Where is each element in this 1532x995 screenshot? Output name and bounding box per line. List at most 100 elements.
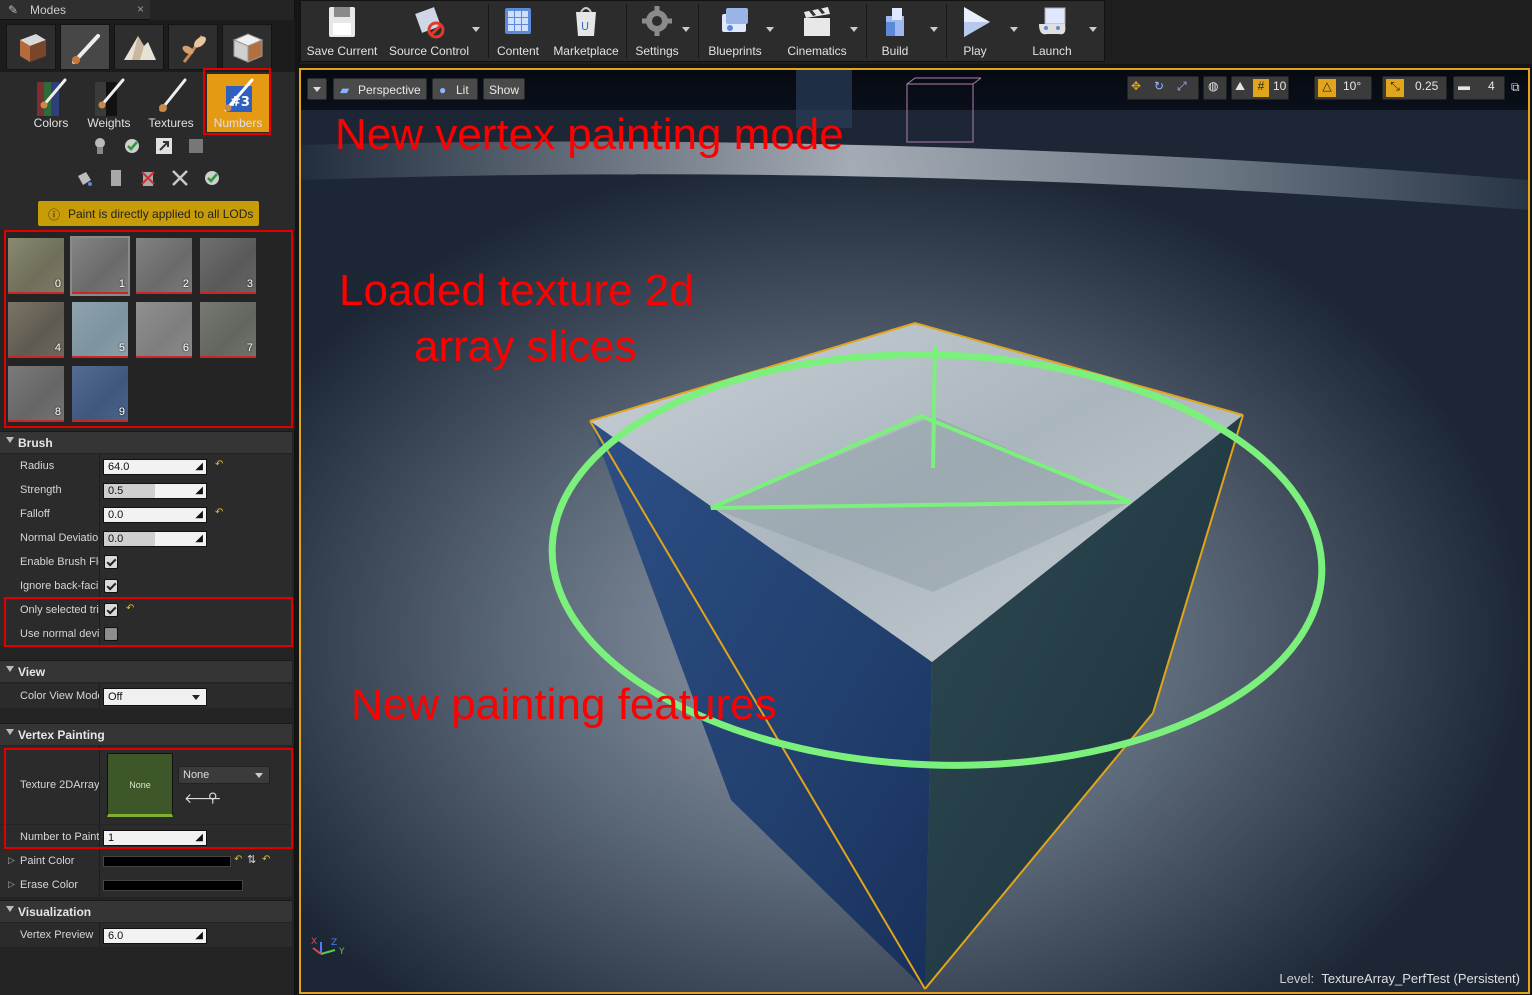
radius-spinbox[interactable]: 64.0 ◢ — [103, 459, 207, 475]
translate-icon[interactable]: ✥ — [1131, 79, 1141, 97]
reset-default-icon[interactable]: ↶ — [126, 603, 134, 614]
texture-slice-thumb[interactable]: 9 — [72, 366, 128, 422]
visualization-category[interactable]: Visualization — [0, 900, 292, 922]
copy-icon[interactable] — [106, 168, 126, 188]
geometry-mode-button[interactable] — [222, 24, 272, 70]
normal-deviation-label: Normal Deviation — [20, 532, 100, 544]
reset-default-icon[interactable]: ↶ — [234, 854, 242, 865]
remove-icon[interactable] — [138, 168, 158, 188]
propagate-check-icon[interactable] — [202, 168, 222, 188]
viewport-scene: ZY X — [301, 70, 1528, 992]
scale-snap-value[interactable]: 0.25 — [1415, 79, 1438, 97]
reset-default-icon[interactable]: ↶ — [215, 459, 223, 470]
vertex-painting-category[interactable]: Vertex Painting — [0, 723, 292, 745]
fix-tools-icon[interactable] — [170, 168, 190, 188]
normal-deviation-slider[interactable]: 0.0 ◢ — [103, 531, 207, 547]
play-dropdown[interactable] — [1010, 27, 1018, 32]
blueprints-button[interactable]: Blueprints — [702, 2, 768, 60]
lit-button[interactable]: ● Lit — [432, 78, 478, 100]
textures-mode-button[interactable]: Textures — [140, 74, 202, 132]
weights-mode-button[interactable]: Weights — [78, 74, 140, 132]
enable-brush-flow-row: Enable Brush Flow — [0, 550, 292, 574]
reset-default-icon[interactable]: ↶ — [262, 854, 270, 865]
maximize-viewport-icon[interactable]: ⧉ — [1511, 80, 1520, 95]
camera-speed-group[interactable]: ▬ 4 — [1453, 76, 1505, 100]
launch-dropdown[interactable] — [1089, 27, 1097, 32]
place-cube-icon — [20, 34, 46, 62]
numbers-mode-button[interactable]: #3 Numbers — [207, 74, 269, 132]
save-asset-icon[interactable] — [186, 136, 206, 156]
texture-slice-thumb[interactable]: 5 — [72, 302, 128, 358]
marketplace-button[interactable]: U Marketplace — [550, 2, 622, 60]
only-selected-checkbox[interactable] — [104, 603, 118, 617]
lit-sphere-icon: ● — [439, 83, 447, 97]
enable-brush-flow-checkbox[interactable] — [104, 555, 118, 569]
falloff-spinbox[interactable]: 0.0 ◢ — [103, 507, 207, 523]
import-icon[interactable] — [154, 136, 174, 156]
texture-slice-thumb[interactable]: 6 — [136, 302, 192, 358]
source-control-button[interactable]: Source Control — [384, 2, 474, 60]
place-mode-button[interactable] — [6, 24, 56, 70]
color-view-mode-dropdown[interactable]: Off — [103, 688, 207, 706]
rotate-icon[interactable]: ↻ — [1154, 79, 1164, 97]
erase-color-swatch[interactable] — [103, 880, 243, 891]
scale-snap-icon[interactable]: ⤡ — [1386, 79, 1404, 97]
use-normal-deviation-checkbox[interactable] — [104, 627, 118, 641]
world-local-toggle[interactable]: ◍ — [1203, 76, 1227, 100]
expand-icon[interactable]: ▷ — [8, 879, 15, 890]
texture-slice-thumb[interactable]: 4 — [8, 302, 64, 358]
foliage-mode-button[interactable] — [168, 24, 218, 70]
content-button[interactable]: Content — [492, 2, 544, 60]
swap-colors-icon[interactable]: ⇅ — [247, 853, 256, 866]
paint-mode-button[interactable] — [60, 24, 110, 70]
blueprints-dropdown[interactable] — [766, 27, 774, 32]
texture-slice-thumb[interactable]: 0 — [8, 238, 64, 294]
texture-slice-thumb[interactable]: 7 — [200, 302, 256, 358]
show-button[interactable]: Show — [483, 78, 525, 100]
level-viewport[interactable]: ZY X ▰ Perspective ● Lit Show ✥ ↻ ⤢ ◍ ⛰ # 1… — [299, 68, 1530, 994]
vertex-preview-spinbox[interactable]: 6.0 ◢ — [103, 928, 207, 944]
settings-dropdown[interactable] — [682, 27, 690, 32]
fill-bucket-icon[interactable] — [74, 168, 94, 188]
scale-icon[interactable]: ⤢ — [1177, 79, 1187, 97]
play-button[interactable]: Play — [950, 2, 1000, 60]
texture-slice-thumb[interactable]: 3 — [200, 238, 256, 294]
texture-slice-thumb[interactable]: 8 — [8, 366, 64, 422]
save-current-button[interactable]: Save Current — [304, 2, 380, 60]
build-icon — [886, 8, 904, 36]
perspective-button[interactable]: ▰ Perspective — [333, 78, 427, 100]
lod-notice: ⓘ Paint is directly applied to all LODs — [38, 201, 259, 226]
strength-slider[interactable]: 0.5 ◢ — [103, 483, 207, 499]
rotation-snap-value[interactable]: 10° — [1343, 79, 1361, 97]
texture-asset-thumbnail[interactable]: None — [107, 753, 173, 817]
number-to-paint-spinbox[interactable]: 1 ◢ — [103, 830, 207, 846]
launch-button[interactable]: Launch — [1024, 2, 1080, 60]
grid-snap-value[interactable]: 10 — [1273, 79, 1286, 97]
texture-slice-thumb[interactable]: 2 — [136, 238, 192, 294]
settings-button[interactable]: Settings — [630, 2, 684, 60]
cinematics-button[interactable]: Cinematics — [782, 2, 852, 60]
browse-search-icon[interactable]: ⚲ — [208, 790, 218, 806]
colors-mode-button[interactable]: Colors — [20, 74, 82, 132]
view-category[interactable]: View — [0, 660, 292, 682]
landscape-mode-button[interactable] — [114, 24, 164, 70]
viewport-options-button[interactable] — [307, 78, 327, 100]
rotation-snap-icon[interactable]: △ — [1318, 79, 1336, 97]
reset-default-icon[interactable]: ↶ — [215, 507, 223, 518]
modes-tab[interactable]: ✎ Modes × — [0, 0, 150, 20]
paint-color-swatch[interactable] — [103, 856, 231, 867]
expand-icon[interactable]: ▷ — [8, 855, 15, 866]
swap-icon[interactable] — [90, 136, 110, 156]
brush-category[interactable]: Brush — [0, 431, 292, 453]
cinematics-dropdown[interactable] — [850, 27, 858, 32]
surface-snap-icon[interactable]: ⛰ — [1235, 79, 1245, 97]
ignore-back-facing-checkbox[interactable] — [104, 579, 118, 593]
apply-check-icon[interactable] — [122, 136, 142, 156]
texture-asset-picker[interactable]: None — [178, 766, 270, 784]
close-tab-icon[interactable]: × — [137, 2, 144, 16]
build-button[interactable]: Build — [870, 2, 920, 60]
build-dropdown[interactable] — [930, 27, 938, 32]
source-control-dropdown[interactable] — [472, 27, 480, 32]
texture-slice-thumb[interactable]: 1 — [70, 236, 130, 296]
grid-snap-toggle-icon[interactable]: # — [1253, 79, 1269, 97]
